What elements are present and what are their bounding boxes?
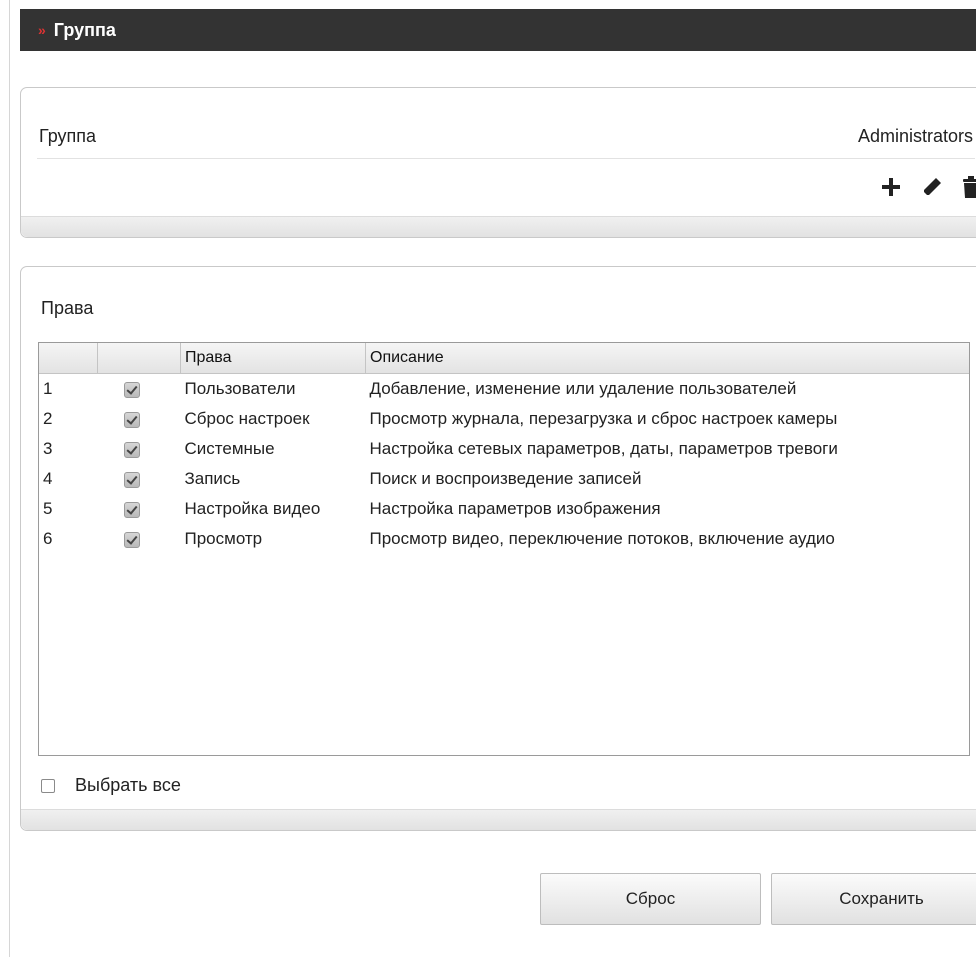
- group-toolbar: [881, 172, 976, 202]
- row-description: Настройка сетевых параметров, даты, пара…: [369, 439, 838, 458]
- table-row[interactable]: 3 Системные Настройка сетевых параметров…: [39, 434, 969, 464]
- group-row: Группа Administrators: [37, 114, 975, 159]
- column-header-right: Права: [180, 343, 366, 374]
- select-all[interactable]: Выбрать все: [41, 775, 181, 796]
- row-checkbox[interactable]: [124, 471, 140, 488]
- reset-button[interactable]: Сброс: [540, 873, 761, 925]
- table-row[interactable]: 2 Сброс настроек Просмотр журнала, перез…: [39, 404, 969, 434]
- select-all-checkbox[interactable]: [41, 778, 55, 793]
- page-title: Группа: [53, 19, 116, 40]
- page-header: » Группа: [20, 9, 976, 51]
- row-number: 3: [43, 439, 53, 458]
- row-right: Пользователи: [184, 379, 296, 398]
- row-description: Настройка параметров изображения: [369, 499, 661, 518]
- panel-footer: [21, 216, 976, 237]
- column-header-num: [39, 343, 98, 374]
- row-number: 1: [43, 379, 53, 398]
- row-description: Просмотр видео, переключение потоков, вк…: [369, 529, 835, 548]
- group-label: Группа: [39, 125, 97, 146]
- plus-icon[interactable]: [881, 177, 901, 197]
- row-checkbox[interactable]: [124, 441, 140, 458]
- row-checkbox[interactable]: [124, 381, 140, 398]
- rights-panel: Права Права Описание 1 Пользователи Доба…: [20, 266, 976, 831]
- row-number: 2: [43, 409, 53, 428]
- group-panel: Группа Administrators: [20, 87, 976, 238]
- trash-icon[interactable]: [963, 175, 976, 199]
- row-right: Системные: [184, 439, 275, 458]
- group-select[interactable]: Administrators: [858, 126, 976, 147]
- double-chevron-right-icon: »: [38, 22, 46, 38]
- row-right: Настройка видео: [184, 499, 321, 518]
- row-number: 4: [43, 469, 53, 488]
- group-select-value: Administrators: [857, 125, 973, 146]
- row-number: 5: [43, 499, 53, 518]
- row-description: Добавление, изменение или удаление польз…: [369, 379, 797, 398]
- row-checkbox[interactable]: [124, 411, 140, 428]
- row-right: Просмотр: [184, 529, 263, 548]
- select-all-label: Выбрать все: [75, 775, 181, 795]
- row-checkbox[interactable]: [124, 531, 140, 548]
- row-number: 6: [43, 529, 53, 548]
- table-header-row: Права Описание: [39, 343, 969, 374]
- row-right: Сброс настроек: [184, 409, 310, 428]
- save-button[interactable]: Сохранить: [771, 873, 976, 925]
- row-description: Просмотр журнала, перезагрузка и сброс н…: [369, 409, 838, 428]
- table-row[interactable]: 4 Запись Поиск и воспроизведение записей: [39, 464, 969, 494]
- panel-footer: [21, 809, 976, 830]
- window-border: [0, 0, 10, 957]
- row-checkbox[interactable]: [124, 501, 140, 518]
- rights-table: Права Описание 1 Пользователи Добавление…: [38, 342, 970, 756]
- table-row[interactable]: 6 Просмотр Просмотр видео, переключение …: [39, 524, 969, 554]
- row-description: Поиск и воспроизведение записей: [369, 469, 642, 488]
- table-row[interactable]: 5 Настройка видео Настройка параметров и…: [39, 494, 969, 524]
- rights-section-title: Права: [41, 298, 94, 318]
- pencil-icon[interactable]: [921, 176, 943, 198]
- column-header-description: Описание: [365, 343, 969, 374]
- row-right: Запись: [184, 469, 241, 488]
- table-row[interactable]: 1 Пользователи Добавление, изменение или…: [39, 374, 969, 405]
- column-header-check: [97, 343, 181, 374]
